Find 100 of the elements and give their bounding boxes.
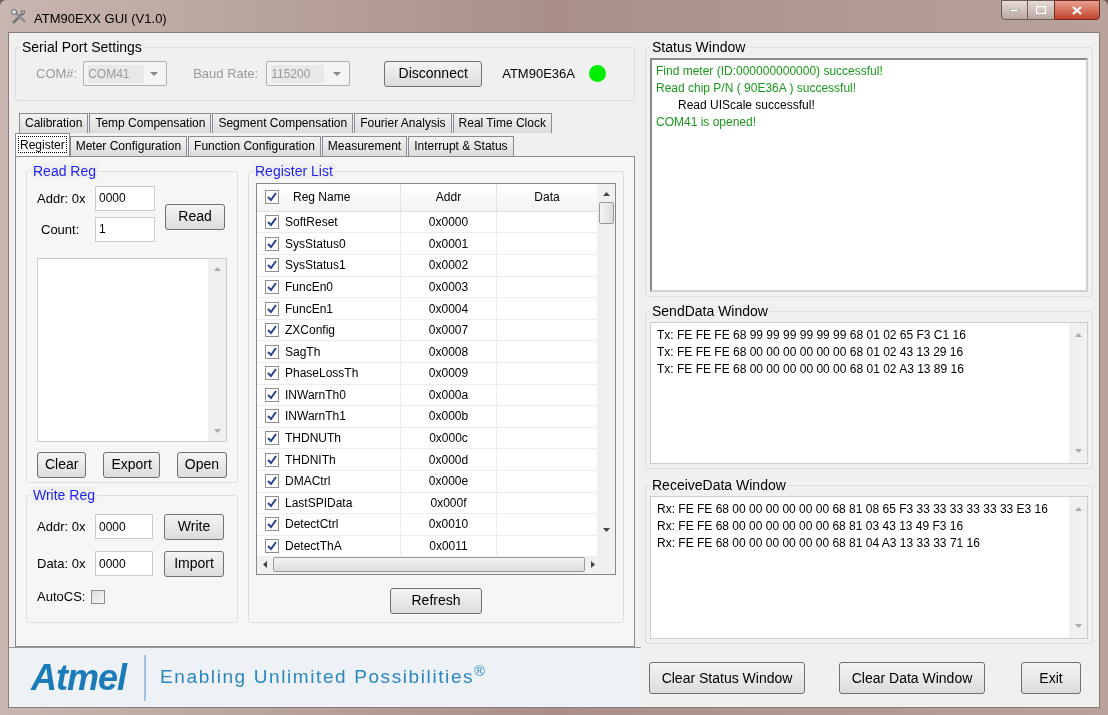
register-address: 0x0010 <box>401 514 497 535</box>
data-field[interactable]: 0000 <box>95 551 153 577</box>
address-field[interactable]: 0000 <box>95 185 155 211</box>
register-name: INWarnTh1 <box>285 408 346 426</box>
scroll-thumb[interactable] <box>273 557 585 573</box>
action-button[interactable]: Open <box>176 451 227 478</box>
scroll-down-icon <box>1074 449 1082 453</box>
close-icon <box>1072 5 1082 15</box>
action-button[interactable]: Clear Status Window <box>649 662 805 694</box>
tab[interactable]: Register <box>15 132 70 156</box>
group-title: Register List <box>253 162 335 179</box>
checkmark-icon <box>267 454 277 465</box>
checkmark-icon <box>267 368 277 379</box>
tab[interactable]: Calibration <box>19 112 89 133</box>
register-address: 0x0008 <box>401 341 497 362</box>
count-field[interactable]: 1 <box>95 216 155 242</box>
checkmark-icon <box>267 346 277 357</box>
scroll-up-icon <box>1074 333 1082 337</box>
sent-frame: Tx: FE FE FE 68 99 99 99 99 99 99 68 01 02 65 F3 C1 16 <box>657 327 1055 344</box>
register-address: 0x000c <box>401 427 497 449</box>
vertical-scrollbar[interactable] <box>208 258 226 441</box>
write-button[interactable]: Write <box>164 513 224 540</box>
action-button[interactable]: Clear Data Window <box>839 662 985 694</box>
sent-frame: Tx: FE FE FE 68 00 00 00 00 00 00 68 01 02 43 13 29 16 <box>657 344 1055 361</box>
tab[interactable]: Function Configuration <box>188 135 321 156</box>
checkmark-icon <box>267 541 277 552</box>
dropdown-arrow-icon <box>150 71 159 76</box>
tab[interactable]: Fourier Analysis <box>354 112 452 133</box>
row-checkbox[interactable] <box>265 495 279 510</box>
checkmark-icon <box>267 281 277 292</box>
checkmark-icon <box>267 260 277 271</box>
checkmark-icon <box>267 303 277 314</box>
row-checkbox[interactable] <box>265 517 279 532</box>
checkmark-icon <box>267 192 277 203</box>
register-address: 0x0000 <box>401 211 497 233</box>
status-message: Read chip P/N ( 90E36A ) successful! <box>656 80 858 97</box>
column-header[interactable]: Addr <box>401 183 497 211</box>
checkmark-icon <box>267 519 277 530</box>
column-header[interactable]: Reg Name <box>293 188 351 207</box>
address-field[interactable]: 0000 <box>95 514 153 540</box>
row-checkbox[interactable] <box>265 279 279 294</box>
tab[interactable]: Meter Configuration <box>69 135 188 156</box>
scroll-down-icon <box>213 428 221 433</box>
row-checkbox[interactable] <box>265 258 279 273</box>
row-checkbox[interactable] <box>265 539 279 554</box>
scroll-right-icon <box>591 561 595 569</box>
column-header[interactable]: Data <box>497 183 597 211</box>
register-name: FuncEn1 <box>285 300 334 318</box>
row-checkbox[interactable] <box>265 215 279 230</box>
refresh-button[interactable]: Refresh <box>390 587 482 614</box>
register-name: SagTh <box>285 343 321 361</box>
row-checkbox[interactable] <box>265 431 279 446</box>
tab[interactable]: Measurement <box>321 135 408 156</box>
select-all-checkbox[interactable] <box>265 190 279 205</box>
row-checkbox[interactable] <box>265 344 279 359</box>
autocs-checkbox[interactable] <box>91 589 106 604</box>
row-checkbox[interactable] <box>265 301 279 316</box>
log-text-area[interactable]: Tx: FE FE FE 68 99 99 99 99 99 99 68 01 02 65 F3 C1 16 Tx: FE FE FE 68 00 00 00 00 00 00 68 01 02 43 13 29 16 Tx: FE FE FE 68 00 00 00 00 00 00 68 01 02 A3 13 89 16 <box>650 322 1088 464</box>
minimize-button[interactable] <box>1001 0 1028 20</box>
scroll-thumb[interactable] <box>598 201 614 224</box>
tab[interactable]: Temp Compensation <box>89 112 212 133</box>
checkmark-icon <box>267 325 277 336</box>
tab[interactable]: Interrupt & Status <box>408 135 514 156</box>
received-frame: Rx: FE FE 68 00 00 00 00 00 00 68 81 03 43 13 49 F3 16 <box>657 518 1055 535</box>
row-checkbox[interactable] <box>265 474 279 489</box>
read-button[interactable]: Read <box>165 203 225 230</box>
scroll-left-icon <box>263 561 267 569</box>
register-address: 0x000f <box>401 492 497 514</box>
vertical-scrollbar[interactable] <box>597 183 615 556</box>
close-button[interactable] <box>1054 0 1100 20</box>
row-checkbox[interactable] <box>265 323 279 338</box>
row-checkbox[interactable] <box>265 366 279 381</box>
row-checkbox[interactable] <box>265 387 279 402</box>
com-port-label: COM#: <box>36 65 78 84</box>
vertical-scrollbar[interactable] <box>1069 323 1087 463</box>
checkmark-icon <box>267 497 277 508</box>
log-text-area[interactable]: Find meter (ID:000000000000) successful! Read chip P/N ( 90E36A ) successful! Read UIScale successful! COM41 is opened! <box>650 58 1088 292</box>
row-checkbox[interactable] <box>265 236 279 251</box>
action-button[interactable]: Exit <box>1021 662 1081 694</box>
horizontal-scrollbar[interactable] <box>257 555 615 574</box>
register-address: 0x0001 <box>401 233 497 254</box>
action-button[interactable]: Clear <box>37 451 87 478</box>
register-name: SysStatus1 <box>285 257 346 275</box>
autocs-label: AutoCS: <box>37 587 86 606</box>
row-checkbox[interactable] <box>265 452 279 467</box>
register-address: 0x0004 <box>401 298 497 319</box>
vertical-scrollbar[interactable] <box>1069 497 1087 638</box>
register-address: 0x000b <box>401 406 497 427</box>
register-name: THDNITh <box>285 451 336 469</box>
log-text-area[interactable]: Rx: FE FE 68 00 00 00 00 00 00 68 81 08 65 F3 33 33 33 33 33 33 E3 16 Rx: FE FE 68 00 00 00 00 00 00 68 81 03 43 13 49 F3 16 Rx: FE FE 68 00 00 00 00 00 00 68 81 04 A3 13 33 33 71 16 <box>650 496 1088 639</box>
tools-icon <box>10 8 28 26</box>
register-name: INWarnTh0 <box>285 386 346 404</box>
row-checkbox[interactable] <box>265 409 279 424</box>
checkmark-icon <box>267 433 277 444</box>
tab[interactable]: Real Time Clock <box>452 112 552 133</box>
maximize-button[interactable] <box>1028 0 1054 20</box>
register-address: 0x000e <box>401 470 497 492</box>
tab[interactable]: Segment Compensation <box>212 112 354 133</box>
action-button[interactable]: Export <box>103 451 160 478</box>
import-button[interactable]: Import <box>164 550 224 577</box>
